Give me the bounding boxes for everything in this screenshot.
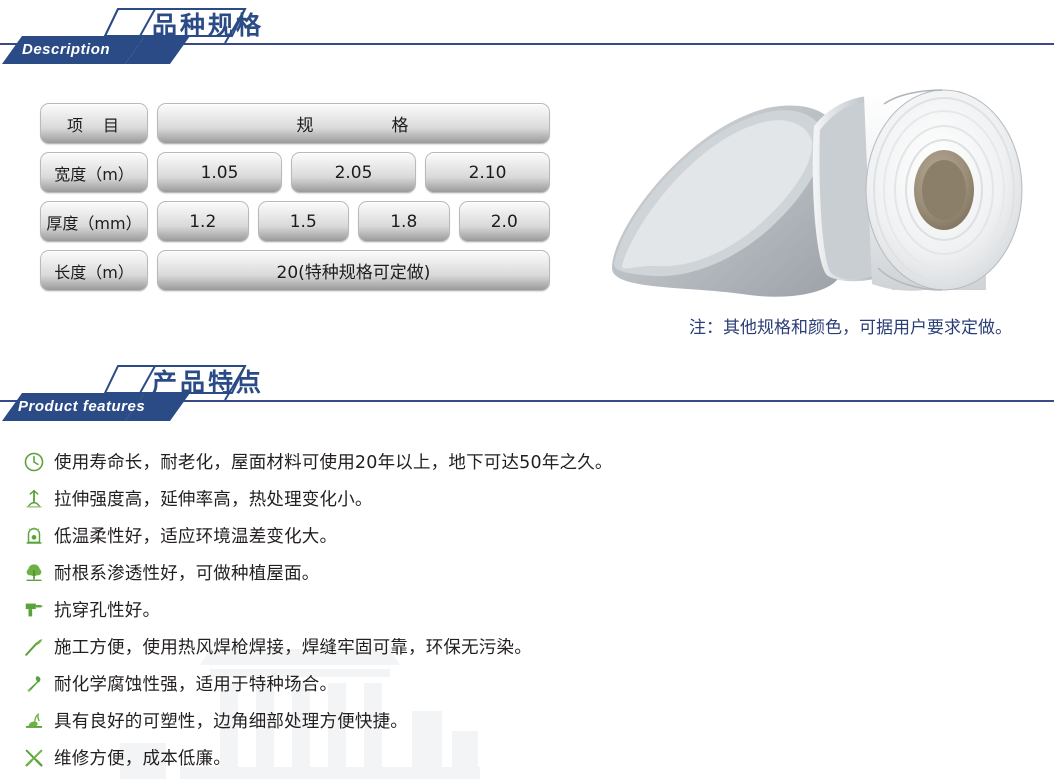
feature-text: 耐根系渗透性好，可做种植屋面。: [54, 564, 320, 584]
feature-text: 拉伸强度高，延伸率高，热处理变化小。: [54, 490, 373, 510]
cell-thickness-4: 2.0: [458, 201, 550, 242]
table-header-item-label: 项 目: [40, 103, 148, 144]
cell-thickness-3: 1.8: [358, 201, 450, 242]
feature-text: 耐化学腐蚀性强，适用于特种场合。: [54, 675, 338, 695]
feature-text: 维修方便，成本低廉。: [54, 749, 231, 769]
dropper-icon: [20, 671, 48, 697]
list-item: 低温柔性好，适应环境温差变化大。: [20, 517, 1000, 554]
product-image-membrane-roll: [612, 89, 1023, 297]
list-item: 耐化学腐蚀性强，适用于特种场合。: [20, 665, 1000, 702]
row-label-width: 宽度（m）: [40, 152, 148, 193]
list-item: 使用寿命长，耐老化，屋面材料可使用20年以上，地下可达50年之久。: [20, 443, 1000, 480]
cell-thickness-2: 1.5: [257, 201, 349, 242]
tools-icon: [20, 745, 48, 771]
row-label-thickness: 厚度（mm）: [40, 201, 148, 242]
list-item: 维修方便，成本低廉。: [20, 739, 1000, 776]
feature-text: 使用寿命长，耐老化，屋面材料可使用20年以上，地下可达50年之久。: [54, 453, 613, 473]
table-row-thickness: 厚度（mm） 1.2 1.5 1.8 2.0: [40, 201, 550, 242]
welding-torch-icon: [20, 634, 48, 660]
feature-text: 具有良好的可塑性，边角细部处理方便快捷。: [54, 712, 408, 732]
feature-text: 施工方便，使用热风焊枪焊接，焊缝牢固可靠，环保无污染。: [54, 638, 532, 658]
section-header-description: 品种规格 Description: [0, 0, 1054, 66]
feature-text: 低温柔性好，适应环境温差变化大。: [54, 527, 338, 547]
tree-icon: [20, 560, 48, 586]
thermometer-icon: [20, 523, 48, 549]
section-title-cn: 产品特点: [152, 368, 265, 397]
section-title-en: Description: [22, 41, 111, 58]
cell-width-2: 2.05: [291, 152, 416, 193]
section-header-product-features: 产品特点 Product features: [0, 357, 1054, 423]
spec-note: 注：其他规格和颜色，可据用户要求定做。: [689, 318, 1012, 338]
cell-length-1: 20(特种规格可定做): [157, 250, 550, 291]
clock-icon: [20, 449, 48, 475]
drill-icon: [20, 597, 48, 623]
section-title-cn: 品种规格: [152, 11, 265, 40]
cell-thickness-1: 1.2: [157, 201, 249, 242]
list-item: 抗穿孔性好。: [20, 591, 1000, 628]
list-item: 施工方便，使用热风焊枪焊接，焊缝牢固可靠，环保无污染。: [20, 628, 1000, 665]
row-label-length: 长度（m）: [40, 250, 148, 291]
table-row-length: 长度（m） 20(特种规格可定做): [40, 250, 550, 291]
specification-table: 项 目 规 格 宽度（m） 1.05 2.05 2.10 厚度（mm） 1.2 …: [40, 103, 550, 299]
cell-width-1: 1.05: [157, 152, 282, 193]
table-header-row: 项 目 规 格: [40, 103, 550, 144]
product-spec-page: 品种规格 Description 项 目 规 格 宽度（m） 1.05 2.05…: [0, 0, 1054, 779]
feature-text: 抗穿孔性好。: [54, 601, 161, 621]
list-item: 具有良好的可塑性，边角细部处理方便快捷。: [20, 702, 1000, 739]
molding-icon: [20, 708, 48, 734]
table-header-spec-label: 规 格: [157, 103, 550, 144]
list-item: 拉伸强度高，延伸率高，热处理变化小。: [20, 480, 1000, 517]
table-row-width: 宽度（m） 1.05 2.05 2.10: [40, 152, 550, 193]
list-item: 耐根系渗透性好，可做种植屋面。: [20, 554, 1000, 591]
feature-list: 使用寿命长，耐老化，屋面材料可使用20年以上，地下可达50年之久。 拉伸强度高，…: [20, 443, 1000, 776]
cell-width-3: 2.10: [425, 152, 550, 193]
tensile-icon: [20, 486, 48, 512]
section-title-en: Product features: [18, 398, 146, 415]
